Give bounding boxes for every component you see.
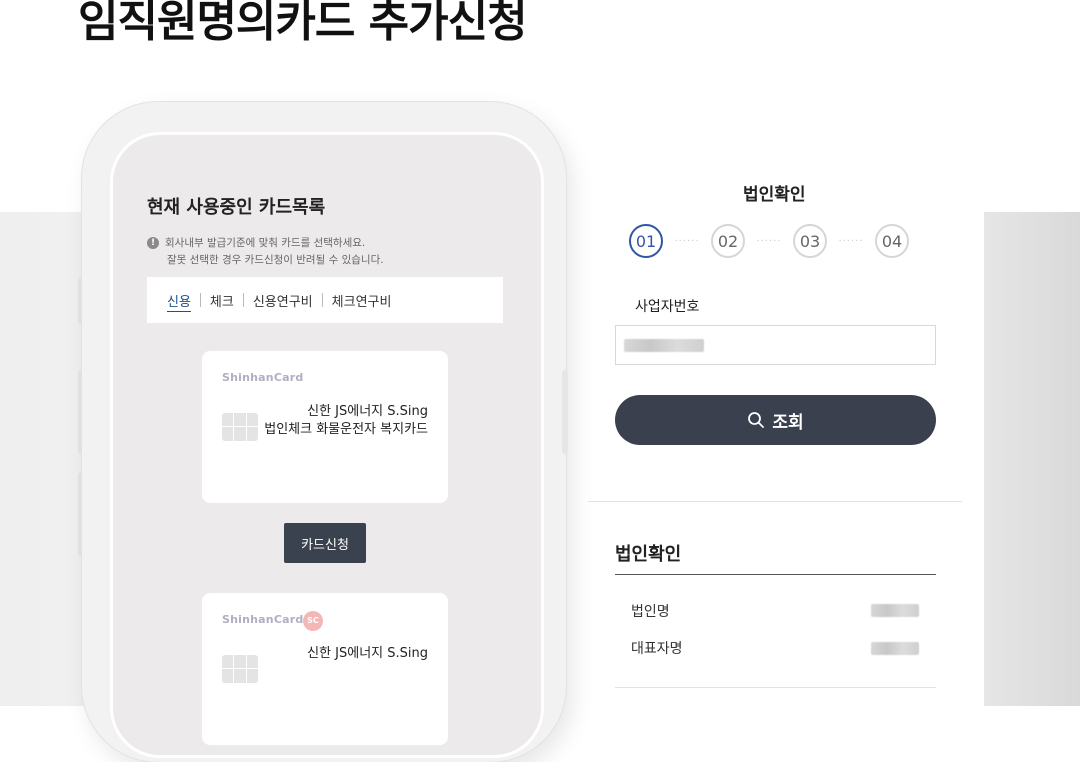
step-indicator: 01 ······ 02 ······ 03 ······ 04 xyxy=(629,222,909,260)
step-connector: ······ xyxy=(838,235,864,247)
ceo-name-label: 대표자명 xyxy=(631,641,683,657)
card-name-line-1: 신한 JS에너지 S.Sing xyxy=(307,646,428,661)
phone-screen: 현재 사용중인 카드목록 ! 회사내부 발급기준에 맞춰 카드를 선택하세요. 잘… xyxy=(110,132,544,758)
result-divider xyxy=(615,574,936,575)
card-list-title: 현재 사용중인 카드목록 xyxy=(147,197,326,218)
shinhan-card-logo: ShinhanCard xyxy=(222,371,304,384)
tab-check[interactable]: 체크 xyxy=(210,291,234,310)
divider xyxy=(615,687,936,688)
card-type-tabs: 신용 체크 신용연구비 체크연구비 xyxy=(147,277,503,323)
step-3: 03 xyxy=(793,224,827,258)
card-chip-icon xyxy=(222,413,258,441)
tab-credit-research[interactable]: 신용연구비 xyxy=(253,291,313,310)
section-heading: 법인확인 xyxy=(743,185,806,205)
tab-check-research[interactable]: 체크연구비 xyxy=(332,291,392,310)
result-heading: 법인확인 xyxy=(615,544,682,565)
search-button-label: 조회 xyxy=(772,412,804,433)
tab-separator xyxy=(321,293,323,307)
notice-text: ! 회사내부 발급기준에 맞춰 카드를 선택하세요. 잘못 선택한 경우 카드신청… xyxy=(147,235,384,269)
step-1: 01 xyxy=(629,224,663,258)
card-chip-icon xyxy=(222,655,258,683)
divider xyxy=(588,501,962,502)
notice-line-1: 회사내부 발급기준에 맞춰 카드를 선택하세요. xyxy=(165,237,366,249)
step-connector: ······ xyxy=(756,235,782,247)
card-item[interactable]: ShinhanCard 신한 JS에너지 S.Sing 법인체크 화물운전자 복… xyxy=(202,351,448,503)
card-name: 신한 JS에너지 S.Sing 법인체크 화물운전자 복지카드 xyxy=(264,403,428,439)
card-item[interactable]: ShinhanCard SC 신한 JS에너지 S.Sing xyxy=(202,593,448,745)
info-icon: ! xyxy=(147,237,159,249)
business-number-label: 사업자번호 xyxy=(635,299,700,315)
tab-separator xyxy=(242,293,244,307)
step-2: 02 xyxy=(711,224,745,258)
masked-value xyxy=(624,339,704,352)
background-right-strip xyxy=(984,212,1080,706)
business-number-input[interactable] xyxy=(615,325,936,365)
corp-name-label: 법인명 xyxy=(631,604,670,620)
card-name: 신한 JS에너지 S.Sing xyxy=(307,645,428,663)
notice-line-2: 잘못 선택한 경우 카드신청이 반려될 수 있습니다. xyxy=(167,254,384,266)
page-title: 임직원명의카드 추가신청 xyxy=(78,0,528,47)
tab-separator xyxy=(199,293,201,307)
card-name-line-2: 법인체크 화물운전자 복지카드 xyxy=(264,422,428,437)
card-apply-button[interactable]: 카드신청 xyxy=(284,523,366,563)
search-icon xyxy=(748,412,765,428)
shinhan-card-logo: ShinhanCard xyxy=(222,613,304,626)
step-4: 04 xyxy=(875,224,909,258)
card-name-line-1: 신한 JS에너지 S.Sing xyxy=(307,404,428,419)
step-connector: ······ xyxy=(674,235,700,247)
tab-credit[interactable]: 신용 xyxy=(167,291,191,310)
sc-badge-icon: SC xyxy=(303,611,323,631)
corp-name-value xyxy=(871,604,919,617)
ceo-name-value xyxy=(871,642,919,655)
phone-power-button xyxy=(562,370,568,454)
search-button[interactable]: 조회 xyxy=(615,395,936,445)
